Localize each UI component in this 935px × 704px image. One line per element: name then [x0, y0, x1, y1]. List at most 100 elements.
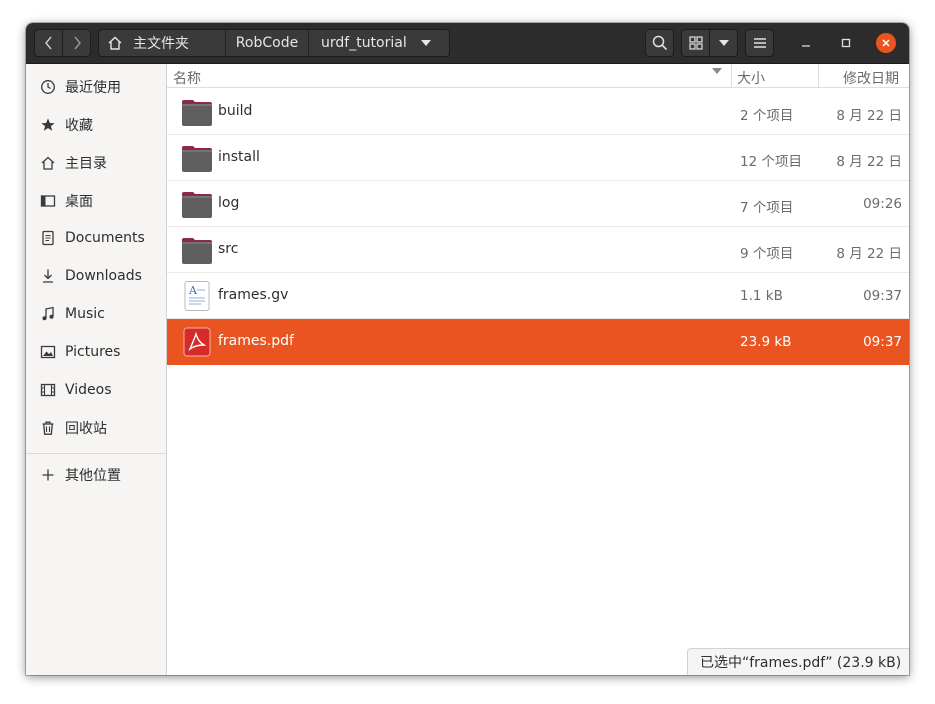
- file-size: 23.9 kB: [740, 334, 792, 350]
- column-divider: [731, 64, 732, 88]
- search-button[interactable]: [645, 29, 674, 57]
- breadcrumb-label: 主文件夹: [133, 36, 189, 52]
- file-name: install: [218, 149, 260, 165]
- hamburger-menu-icon: [753, 38, 766, 48]
- view-toggle-button[interactable]: [681, 29, 710, 57]
- file-modified: 09:37: [863, 288, 902, 304]
- back-icon: [44, 36, 52, 50]
- sidebar: 最近使用 收藏 主目录 桌面 Documents Downloads Music: [26, 64, 167, 675]
- sidebar-item-starred[interactable]: 收藏: [26, 107, 166, 143]
- document-icon: [40, 230, 56, 246]
- sidebar-item-label: Music: [65, 306, 105, 322]
- sidebar-item-pictures[interactable]: Pictures: [26, 334, 166, 370]
- file-modified: 8 月 22 日: [836, 246, 902, 262]
- chevron-down-icon: [718, 40, 729, 46]
- file-name: frames.gv: [218, 287, 289, 303]
- picture-icon: [40, 344, 56, 360]
- forward-icon: [73, 36, 81, 50]
- file-row-build[interactable]: build 2 个项目 8 月 22 日: [167, 89, 909, 135]
- folder-icon: [182, 192, 212, 218]
- sidebar-divider: [26, 453, 166, 454]
- sidebar-item-label: 主目录: [65, 156, 107, 172]
- close-icon: [882, 39, 890, 47]
- sidebar-item-trash[interactable]: 回收站: [26, 410, 166, 446]
- download-icon: [40, 268, 56, 284]
- column-name-header[interactable]: 名称: [173, 68, 201, 88]
- chevron-down-icon: [420, 40, 431, 46]
- sidebar-item-downloads[interactable]: Downloads: [26, 258, 166, 294]
- clock-icon: [40, 79, 56, 95]
- file-size: 12 个项目: [740, 154, 802, 170]
- file-row-install[interactable]: install 12 个项目 8 月 22 日: [167, 135, 909, 181]
- sidebar-item-home[interactable]: 主目录: [26, 145, 166, 181]
- grid-view-icon: [688, 36, 703, 50]
- file-name: log: [218, 195, 240, 211]
- close-button[interactable]: [876, 33, 896, 53]
- search-icon: [652, 35, 667, 51]
- sort-descending-icon: [712, 68, 722, 74]
- sidebar-item-label: Documents: [65, 230, 145, 246]
- svg-text:A: A: [188, 284, 198, 297]
- view-options-button[interactable]: [709, 29, 738, 57]
- main-menu-button[interactable]: [745, 29, 774, 57]
- file-name: src: [218, 241, 239, 257]
- film-icon: [40, 382, 56, 398]
- home-icon: [107, 35, 123, 51]
- file-row-src[interactable]: src 9 个项目 8 月 22 日: [167, 227, 909, 273]
- column-header: 名称 大小 修改日期: [167, 64, 909, 88]
- file-row-frames-gv[interactable]: A frames.gv 1.1 kB 09:37: [167, 273, 909, 319]
- sidebar-item-label: 桌面: [65, 194, 93, 210]
- forward-button[interactable]: [62, 29, 91, 57]
- column-size-header[interactable]: 大小: [737, 68, 765, 88]
- header-bar: 主文件夹 RobCode urdf_tutorial: [26, 23, 909, 64]
- file-list: 名称 大小 修改日期 build 2 个项目 8 月 22 日 install …: [167, 64, 909, 675]
- breadcrumb-urdf-tutorial[interactable]: urdf_tutorial: [309, 30, 449, 56]
- file-row-frames-pdf[interactable]: frames.pdf 23.9 kB 09:37: [167, 319, 909, 365]
- maximize-icon: [841, 38, 851, 48]
- column-modified-header[interactable]: 修改日期: [843, 68, 899, 88]
- pdf-file-icon: [183, 327, 211, 357]
- minimize-icon: [802, 45, 810, 47]
- file-modified: 09:26: [863, 196, 902, 212]
- folder-icon: [182, 100, 212, 126]
- breadcrumb-label: RobCode: [235, 35, 299, 51]
- sidebar-item-label: Pictures: [65, 344, 121, 360]
- folder-icon: [182, 146, 212, 172]
- breadcrumb-label: urdf_tutorial: [321, 35, 407, 51]
- sidebar-item-label: Downloads: [65, 268, 142, 284]
- sidebar-item-desktop[interactable]: 桌面: [26, 183, 166, 219]
- file-modified: 09:37: [863, 334, 902, 350]
- sidebar-item-label: 回收站: [65, 421, 107, 437]
- sidebar-item-label: 其他位置: [65, 468, 121, 484]
- file-row-log[interactable]: log 7 个项目 09:26: [167, 181, 909, 227]
- sidebar-item-music[interactable]: Music: [26, 296, 166, 332]
- sidebar-item-label: Videos: [65, 382, 112, 398]
- sidebar-item-label: 最近使用: [65, 80, 121, 96]
- file-modified: 8 月 22 日: [836, 108, 902, 124]
- back-button[interactable]: [34, 29, 63, 57]
- file-modified: 8 月 22 日: [836, 154, 902, 170]
- breadcrumb-robcode[interactable]: RobCode: [226, 30, 309, 56]
- sidebar-item-documents[interactable]: Documents: [26, 220, 166, 256]
- sidebar-item-videos[interactable]: Videos: [26, 372, 166, 408]
- sidebar-item-recent[interactable]: 最近使用: [26, 69, 166, 105]
- home-icon: [40, 155, 56, 171]
- column-divider: [818, 64, 819, 88]
- desktop-icon: [40, 193, 56, 209]
- trash-icon: [40, 420, 56, 436]
- maximize-button[interactable]: [836, 33, 856, 53]
- minimize-button[interactable]: [796, 33, 816, 53]
- file-size: 7 个项目: [740, 200, 794, 216]
- folder-icon: [182, 238, 212, 264]
- breadcrumb: 主文件夹 RobCode urdf_tutorial: [98, 29, 450, 57]
- plus-icon: [40, 467, 56, 483]
- text-file-icon: A: [184, 281, 210, 311]
- file-size: 2 个项目: [740, 108, 794, 124]
- breadcrumb-home[interactable]: 主文件夹: [99, 30, 226, 56]
- file-size: 9 个项目: [740, 246, 794, 262]
- music-icon: [40, 306, 56, 322]
- star-icon: [40, 117, 56, 133]
- sidebar-item-other-locations[interactable]: 其他位置: [26, 457, 166, 493]
- file-name: frames.pdf: [218, 333, 294, 349]
- file-size: 1.1 kB: [740, 288, 783, 304]
